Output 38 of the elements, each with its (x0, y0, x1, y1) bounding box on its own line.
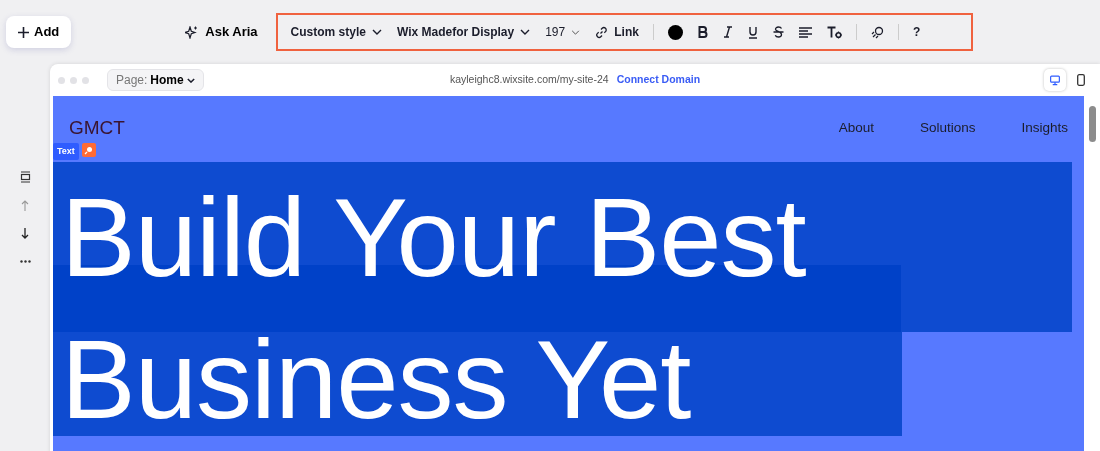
layers-icon (19, 171, 31, 183)
more-icon[interactable] (19, 260, 31, 263)
brush-icon[interactable] (81, 143, 96, 157)
font-size-dropdown[interactable]: 197 (538, 19, 588, 45)
bold-icon (697, 26, 708, 38)
nav-link[interactable]: Insights (1021, 117, 1068, 139)
font-dropdown[interactable]: Wix Madefor Display (389, 19, 538, 45)
mobile-icon (1077, 74, 1085, 86)
style-dropdown[interactable]: Custom style (283, 19, 389, 45)
ask-aria-button[interactable]: Ask Aria (179, 21, 264, 43)
chevron-icon (186, 77, 195, 83)
element-tag: Text (53, 143, 79, 160)
link-icon (595, 25, 609, 39)
strikethrough-icon (772, 26, 784, 38)
add-button[interactable]: Add (6, 16, 72, 48)
connect-domain-link[interactable]: Connect Domain (616, 72, 701, 88)
page-selector[interactable]: Page: Home (107, 69, 204, 91)
nav-link[interactable]: About (838, 117, 874, 139)
underline-icon (747, 25, 758, 39)
link-button[interactable]: Link (588, 19, 646, 45)
comet-icon (870, 25, 884, 39)
chevron-icon (571, 29, 581, 35)
device-toggle[interactable] (1044, 69, 1066, 91)
site-url: kayleighc8.wixsite.com/my-site-24 (449, 72, 609, 88)
arrow-down-icon[interactable] (21, 228, 29, 239)
nav-link[interactable]: Solutions (919, 117, 976, 139)
chevron-icon (371, 29, 382, 35)
text-gear-icon (826, 25, 842, 39)
sparkle-icon (185, 25, 199, 39)
chevron-icon (520, 29, 531, 35)
align-left-icon (798, 26, 812, 38)
plus-icon (18, 26, 29, 38)
site-logo[interactable]: GMCT (69, 113, 125, 143)
desktop-icon (1050, 74, 1060, 86)
color-swatch (667, 24, 683, 40)
italic-icon (722, 26, 733, 38)
help-button[interactable]: ? (905, 19, 928, 45)
window-dots-icon (58, 76, 89, 84)
